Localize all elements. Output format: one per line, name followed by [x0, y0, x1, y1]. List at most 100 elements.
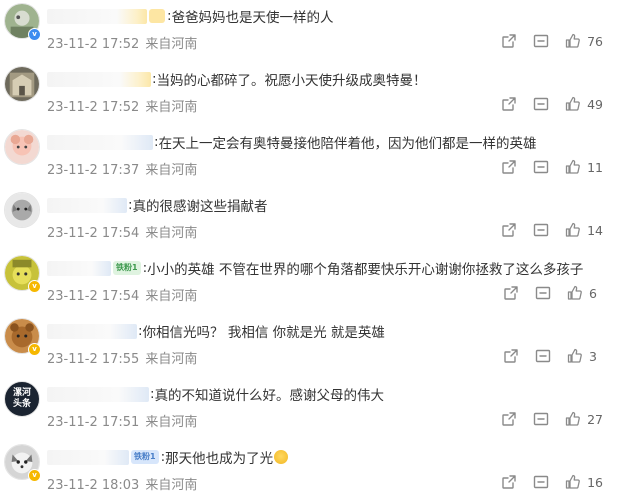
comment-location: 来自河南 [145, 37, 198, 52]
avatar-image [5, 130, 39, 164]
share-icon[interactable] [501, 96, 517, 112]
comment-location: 来自河南 [145, 289, 198, 304]
comment-icon[interactable] [535, 348, 551, 364]
comment-time: 23-11-2 17:54 [47, 289, 140, 304]
comment-icon[interactable] [533, 222, 549, 238]
comment-icon[interactable] [533, 411, 549, 427]
comment-meta: 23-11-2 17:51 来自河南 [47, 411, 197, 430]
comment-text: 小小的英雄 不管在世界的哪个角落都要快乐开心谢谢你拯救了这么多孩子 [147, 262, 584, 278]
avatar-image [5, 193, 39, 227]
comment-text-line: 铁粉1 : 那天他也成为了光 [47, 447, 289, 467]
avatar[interactable] [4, 192, 40, 228]
like-icon[interactable] [567, 348, 583, 364]
avatar-text: 漯河 头条 [12, 388, 31, 409]
comment-item: : 真的很感谢这些捐献者 23-11-2 17:54 来自河南 14 [0, 189, 617, 252]
comment-item: v 铁粉1 : 小小的英雄 不管在世界的哪个角落都要快乐开心谢谢你拯救了这么多孩… [0, 252, 617, 315]
comment-time: 23-11-2 18:03 [47, 478, 140, 493]
username-mask[interactable] [47, 134, 153, 150]
share-icon[interactable] [501, 222, 517, 238]
comment-time: 23-11-2 17:52 [47, 100, 140, 115]
crying-emoji-icon [274, 450, 289, 464]
comment-location: 来自河南 [145, 226, 198, 241]
comment-actions: 16 [485, 472, 603, 492]
comment-text: 真的不知道说什么好。感谢父母的伟大 [154, 388, 385, 404]
verified-icon: v [28, 28, 41, 41]
comment-actions: 11 [485, 157, 603, 177]
like-count: 11 [587, 159, 603, 175]
comment-text-line: 铁粉1 : 小小的英雄 不管在世界的哪个角落都要快乐开心谢谢你拯救了这么多孩子 [47, 258, 583, 278]
share-icon[interactable] [501, 474, 517, 490]
comment-item: : 在天上一定会有奥特曼接他陪伴着他，因为他们都是一样的英雄 23-11-2 1… [0, 126, 617, 189]
like-icon[interactable] [565, 33, 581, 49]
like-icon[interactable] [565, 96, 581, 112]
username-mask[interactable] [47, 323, 137, 339]
comment-item: v 铁粉1 : 那天他也成为了光 23-11-2 18:03 来自河南 16 [0, 441, 617, 504]
share-icon[interactable] [503, 348, 519, 364]
username-mask[interactable] [47, 449, 129, 465]
comment-meta: 23-11-2 17:52 来自河南 [47, 96, 197, 115]
comment-actions: 49 [485, 94, 603, 114]
share-icon[interactable] [503, 285, 519, 301]
comment-text: 当妈的心都碎了。祝愿小天使升级成奥特曼！ [156, 73, 427, 89]
fan-badge-icon [149, 9, 165, 23]
comment-icon[interactable] [533, 159, 549, 175]
comment-time: 23-11-2 17:54 [47, 226, 140, 241]
comment-item: : 当妈的心都碎了。祝愿小天使升级成奥特曼！ 23-11-2 17:52 来自河南… [0, 63, 617, 126]
avatar[interactable]: 漯河 头条 [4, 381, 40, 417]
verified-icon: v [28, 280, 41, 293]
comment-location: 来自河南 [145, 478, 198, 493]
comment-time: 23-11-2 17:52 [47, 37, 140, 52]
comment-text: 那天他也成为了光 [165, 451, 274, 467]
share-icon[interactable] [501, 33, 517, 49]
fan-badge: 铁粉1 [113, 261, 141, 275]
comment-text: 在天上一定会有奥特曼接他陪伴着他，因为他们都是一样的英雄 [158, 136, 537, 152]
comment-icon[interactable] [535, 285, 551, 301]
like-icon[interactable] [565, 411, 581, 427]
comment-time: 23-11-2 17:55 [47, 352, 140, 367]
comment-location: 来自河南 [145, 352, 198, 367]
comment-actions: 3 [487, 346, 603, 366]
comment-meta: 23-11-2 18:03 来自河南 [47, 474, 197, 493]
comment-actions: 6 [487, 283, 603, 303]
like-count: 6 [589, 285, 597, 301]
fan-badge: 铁粉1 [131, 450, 159, 464]
comment-text: 爸爸妈妈也是天使一样的人 [171, 10, 334, 26]
share-icon[interactable] [501, 159, 517, 175]
comment-meta: 23-11-2 17:54 来自河南 [47, 285, 197, 304]
comment-location: 来自河南 [145, 163, 198, 178]
avatar-image [5, 67, 39, 101]
username-mask[interactable] [47, 260, 111, 276]
comment-text: 真的很感谢这些捐献者 [132, 199, 268, 215]
like-count: 16 [587, 474, 603, 490]
comment-time: 23-11-2 17:51 [47, 415, 140, 430]
comment-text-line: : 爸爸妈妈也是天使一样的人 [47, 6, 334, 26]
comment-actions: 14 [485, 220, 603, 240]
comment-icon[interactable] [533, 33, 549, 49]
like-count: 27 [587, 411, 603, 427]
comment-actions: 27 [485, 409, 603, 429]
like-count: 14 [587, 222, 603, 238]
username-mask[interactable] [47, 386, 149, 402]
verified-icon: v [28, 343, 41, 356]
like-icon[interactable] [565, 474, 581, 490]
avatar[interactable] [4, 66, 40, 102]
like-icon[interactable] [567, 285, 583, 301]
share-icon[interactable] [501, 411, 517, 427]
comment-text: 你相信光吗？ 我相信 你就是光 就是英雄 [142, 325, 385, 341]
like-icon[interactable] [565, 159, 581, 175]
comment-icon[interactable] [533, 474, 549, 490]
avatar[interactable] [4, 129, 40, 165]
comment-icon[interactable] [533, 96, 549, 112]
username-mask[interactable] [47, 8, 147, 24]
username-mask[interactable] [47, 71, 151, 87]
comment-meta: 23-11-2 17:37 来自河南 [47, 159, 197, 178]
comment-item: v : 爸爸妈妈也是天使一样的人 23-11-2 17:52 来自河南 76 [0, 0, 617, 63]
comment-location: 来自河南 [145, 415, 198, 430]
comment-location: 来自河南 [145, 100, 198, 115]
comment-meta: 23-11-2 17:52 来自河南 [47, 33, 197, 52]
like-icon[interactable] [565, 222, 581, 238]
username-mask[interactable] [47, 197, 127, 213]
comment-text-line: : 当妈的心都碎了。祝愿小天使升级成奥特曼！ [47, 69, 427, 89]
comment-text-line: : 真的很感谢这些捐献者 [47, 195, 268, 215]
comment-meta: 23-11-2 17:55 来自河南 [47, 348, 197, 367]
